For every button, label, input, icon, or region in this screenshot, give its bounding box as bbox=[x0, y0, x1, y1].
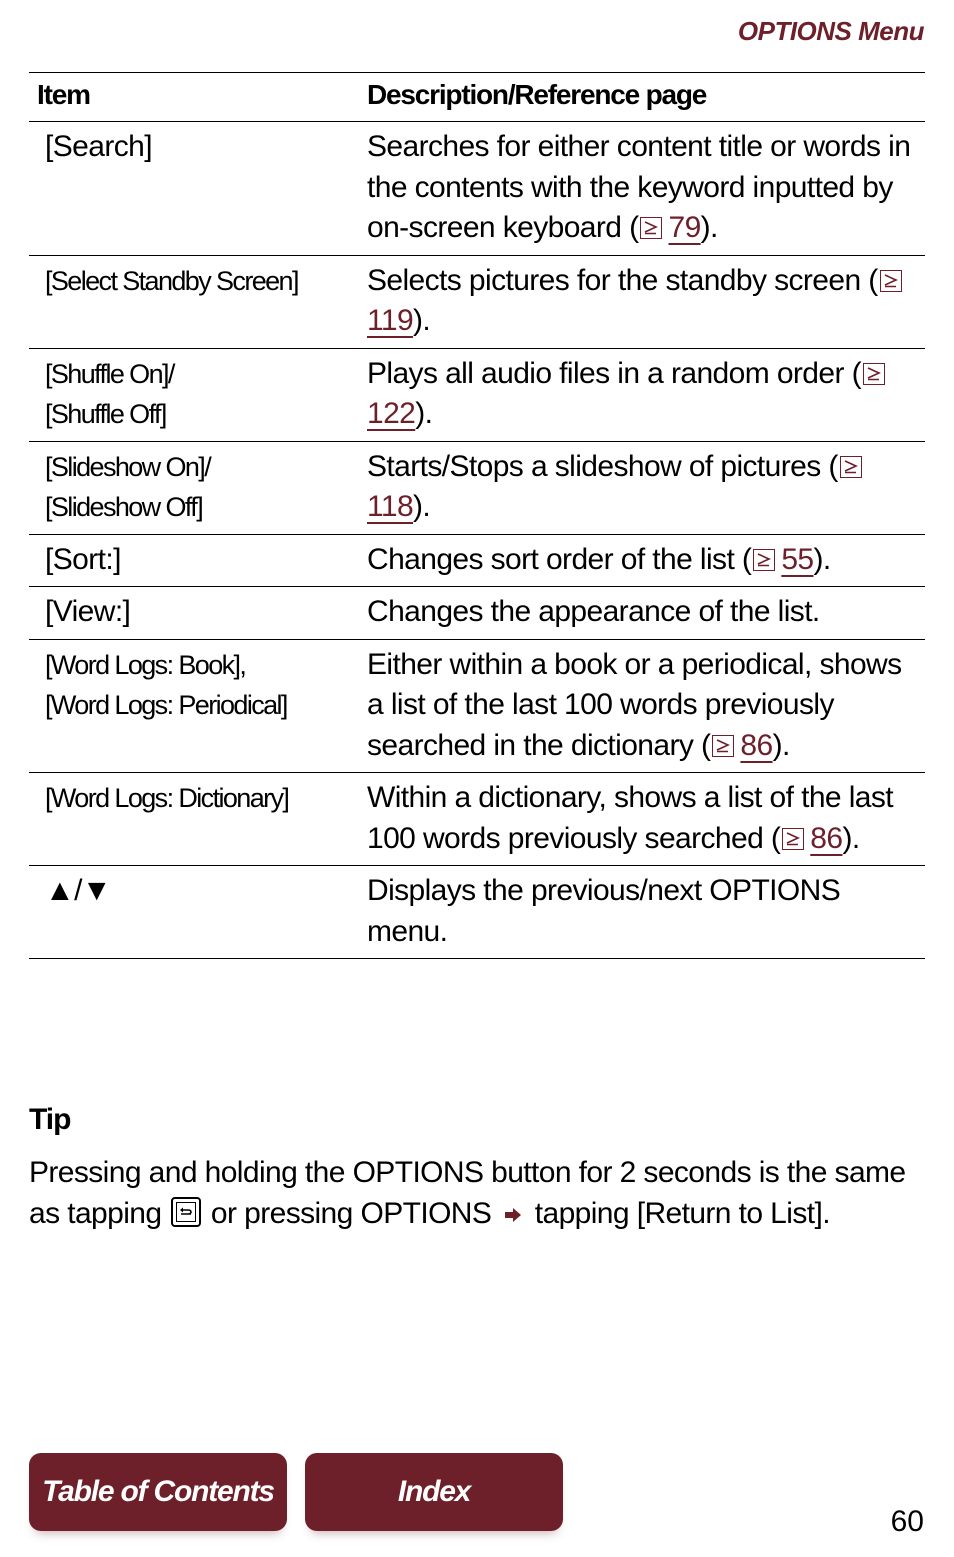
page-reference-link[interactable]: 119 bbox=[367, 304, 414, 337]
column-header-item: Item bbox=[29, 72, 367, 122]
description-text: Searches for either content title or wor… bbox=[367, 130, 911, 244]
row-description: Selects pictures for the standby screen … bbox=[367, 256, 925, 348]
tip-text-3: tapping [Return to List]. bbox=[527, 1197, 831, 1230]
description-suffix: ). bbox=[413, 304, 431, 337]
row-description: Changes sort order of the list ( 55). bbox=[367, 535, 925, 587]
row-description: Either within a book or a periodical, sh… bbox=[367, 640, 925, 773]
description-suffix: ). bbox=[413, 490, 431, 523]
tip-body: Pressing and holding the OPTIONS button … bbox=[29, 1152, 909, 1234]
description-text: Plays all audio files in a random order … bbox=[367, 356, 862, 390]
table-row: [Word Logs: Book], [Word Logs: Periodica… bbox=[29, 638, 925, 773]
row-item-label: [Slideshow On]/ [Slideshow Off] bbox=[45, 451, 212, 523]
page-reference-link[interactable]: 79 bbox=[668, 211, 701, 244]
page-reference-icon bbox=[862, 362, 885, 385]
page-header-title: OPTIONS Menu bbox=[737, 16, 925, 46]
page-reference-icon bbox=[712, 734, 735, 757]
row-item-label: [Shuffle On]/ [Shuffle Off] bbox=[45, 358, 175, 430]
page-reference-icon bbox=[753, 548, 776, 571]
row-description: Displays the previous/next OPTIONS menu. bbox=[367, 866, 925, 958]
table-of-contents-button[interactable]: Table of Contents bbox=[29, 1453, 287, 1531]
table-header-row: Item Description/Reference page bbox=[29, 72, 925, 122]
description-text: Either within a book or a periodical, sh… bbox=[367, 647, 902, 762]
description-text: Displays the previous/next OPTIONS menu. bbox=[367, 874, 841, 948]
row-description: Searches for either content title or wor… bbox=[367, 122, 925, 255]
description-suffix: ). bbox=[842, 821, 860, 855]
description-text: Starts/Stops a slideshow of pictures ( bbox=[367, 449, 838, 483]
page-reference-link[interactable]: 122 bbox=[367, 397, 416, 430]
index-button[interactable]: Index bbox=[305, 1453, 563, 1531]
page-reference-icon bbox=[839, 455, 862, 478]
column-header-description: Description/Reference page bbox=[367, 72, 925, 122]
tip-heading: Tip bbox=[29, 1103, 71, 1136]
table-row: [Slideshow On]/ [Slideshow Off] Starts/St… bbox=[29, 440, 925, 534]
description-suffix: ). bbox=[700, 211, 719, 244]
options-table: Item Description/Reference page [Search]… bbox=[29, 72, 925, 959]
row-description: Plays all audio files in a random order … bbox=[367, 349, 925, 441]
row-item-label: [Search] bbox=[45, 130, 153, 163]
table-row: [Word Logs: Dictionary] Within a dictiona… bbox=[29, 772, 925, 866]
page-reference-icon bbox=[782, 827, 805, 850]
row-item-label: ▲/▼ bbox=[45, 874, 112, 907]
table-row: [Search] Searches for either content titl… bbox=[29, 121, 925, 255]
table-row: [Select Standby Screen] Selects pictures … bbox=[29, 254, 925, 348]
description-text: Changes sort order of the list ( bbox=[367, 542, 752, 576]
table-row: [Sort:] Changes sort order of the list ( 5… bbox=[29, 533, 925, 587]
return-icon bbox=[171, 1197, 202, 1227]
description-text: Changes the appearance of the list. bbox=[367, 595, 820, 628]
description-text: Selects pictures for the standby screen … bbox=[367, 263, 878, 297]
description-suffix: ). bbox=[772, 728, 791, 762]
row-description: Changes the appearance of the list. bbox=[367, 587, 925, 639]
page-reference-link[interactable]: 55 bbox=[781, 543, 814, 576]
page-number: 60 bbox=[890, 1505, 924, 1538]
table-row: [Shuffle On]/ [Shuffle Off] Plays all aud… bbox=[29, 347, 925, 441]
page-reference-link[interactable]: 118 bbox=[367, 490, 414, 523]
row-item-label: [Sort:] bbox=[45, 542, 121, 576]
row-item-label: [Word Logs: Book], [Word Logs: Periodica… bbox=[45, 649, 288, 721]
page-reference-icon bbox=[640, 217, 663, 239]
row-item-label: [Select Standby Screen] bbox=[45, 265, 299, 296]
row-description: Within a dictionary, shows a list of the… bbox=[367, 773, 925, 865]
table-row: [View:] Changes the appearance of the lis… bbox=[29, 586, 925, 639]
description-suffix: ). bbox=[415, 397, 433, 430]
page-reference-link[interactable]: 86 bbox=[740, 729, 773, 762]
row-description: Starts/Stops a slideshow of pictures ( 11… bbox=[367, 442, 925, 534]
table-row: ▲/▼ Displays the previous/next OPTIONS me… bbox=[29, 865, 925, 959]
arrow-right-icon bbox=[503, 1195, 523, 1236]
row-item-label: [Word Logs: Dictionary] bbox=[45, 783, 290, 813]
row-item-label: [View:] bbox=[45, 595, 131, 628]
page-reference-link[interactable]: 86 bbox=[810, 822, 843, 855]
page-reference-icon bbox=[879, 269, 902, 292]
tip-text-2: or pressing OPTIONS bbox=[203, 1197, 500, 1230]
description-suffix: ). bbox=[813, 542, 832, 576]
